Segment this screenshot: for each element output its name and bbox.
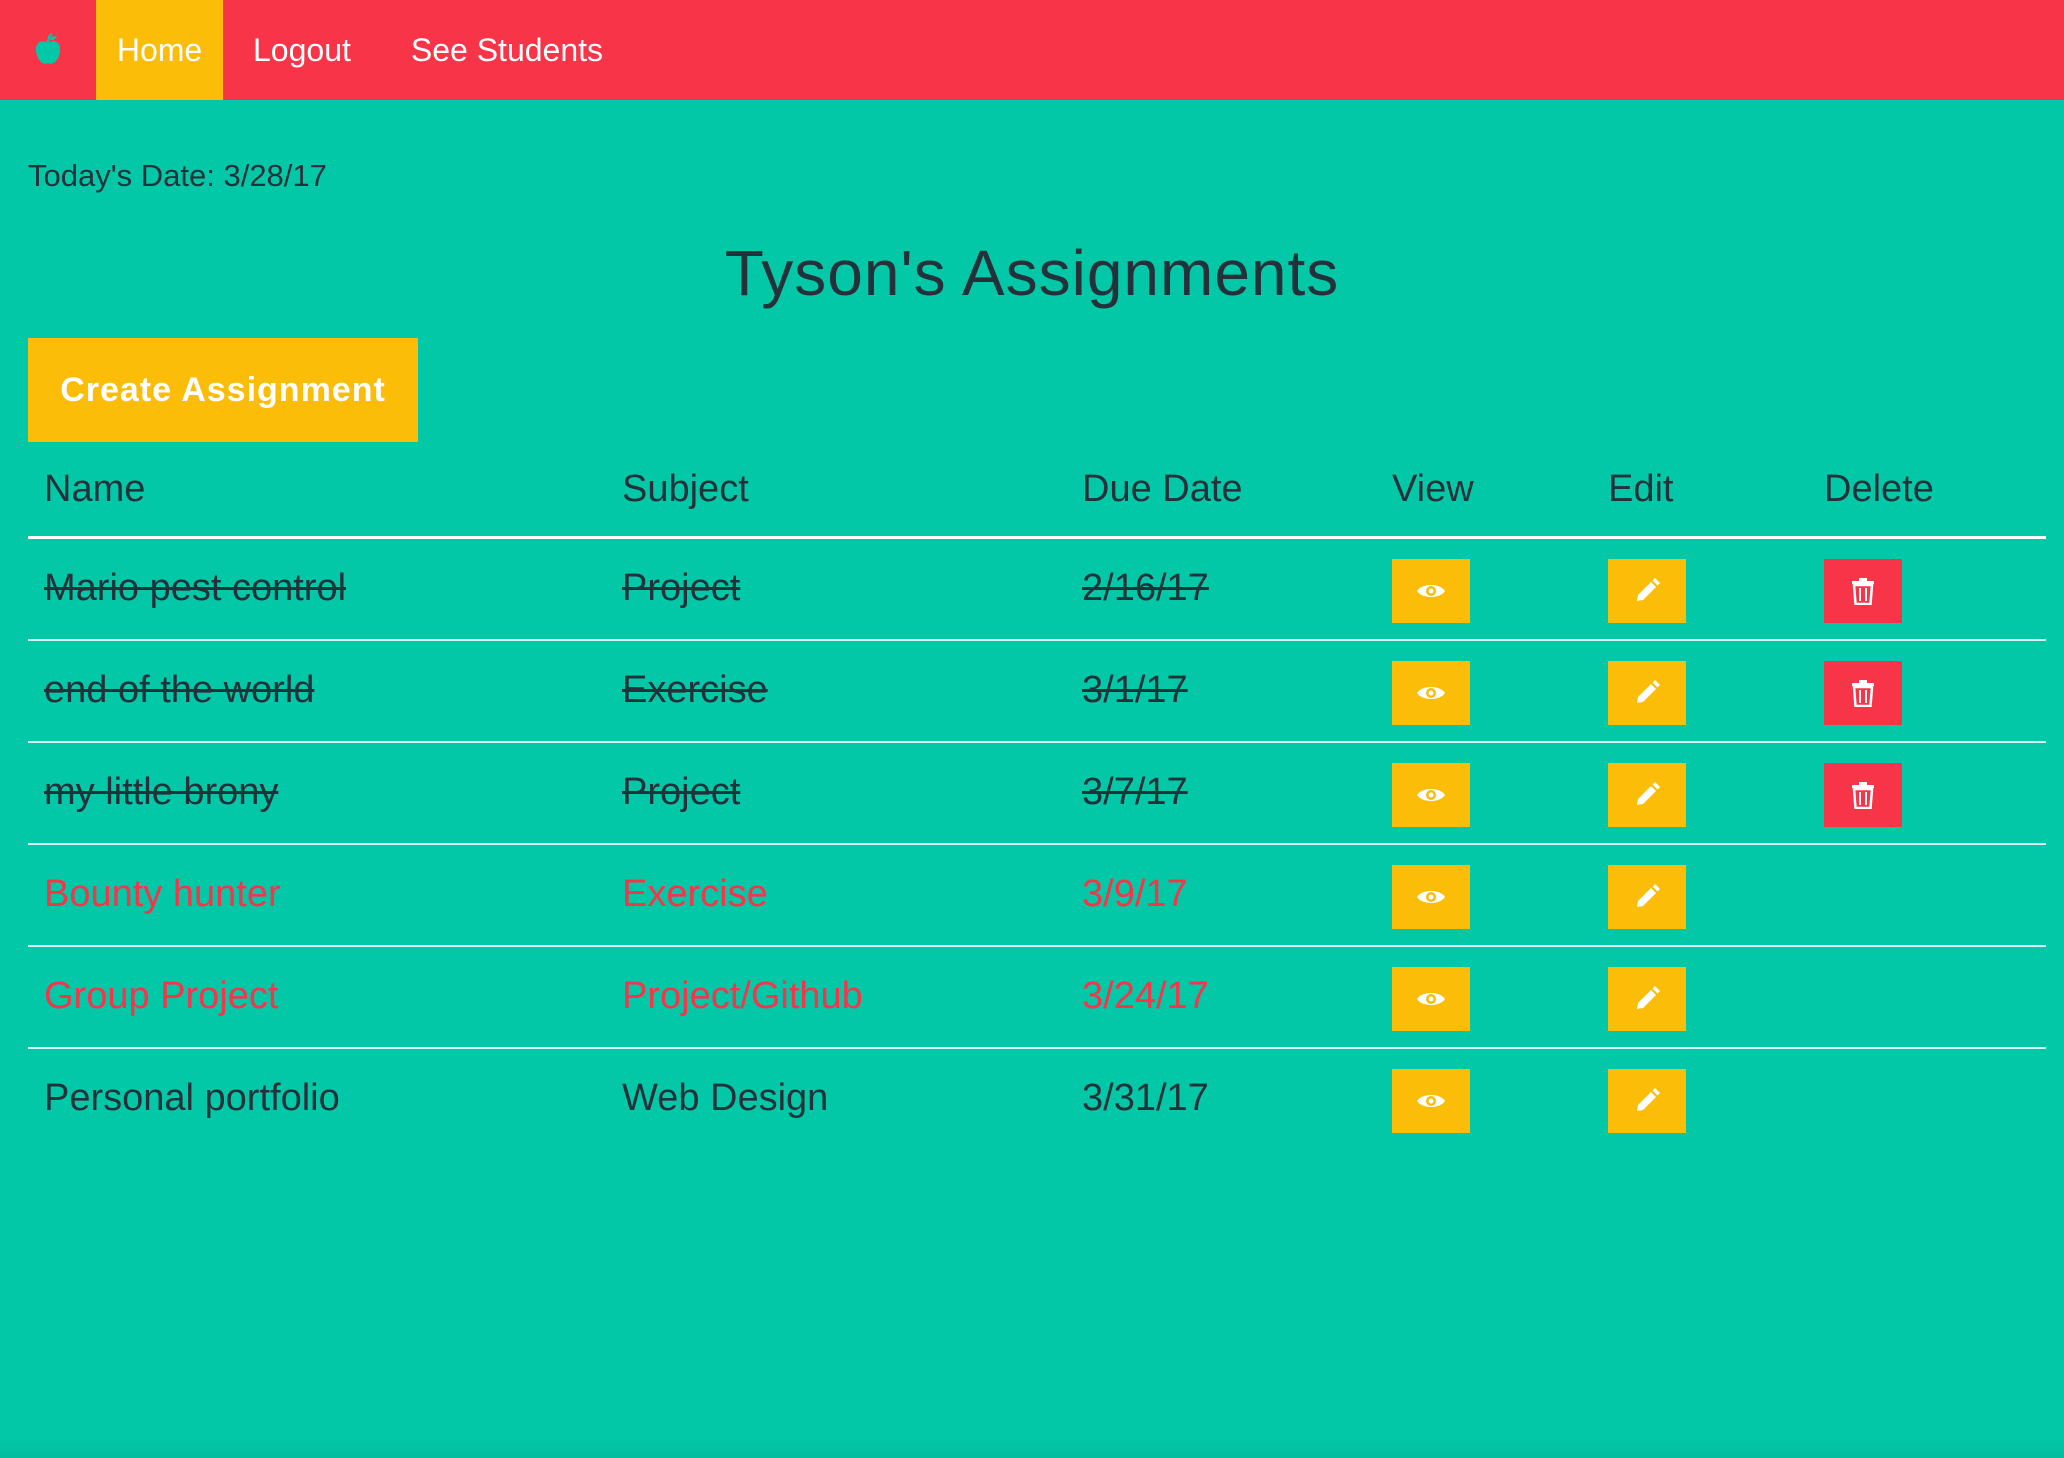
table-header: Name Subject Due Date View Edit Delete xyxy=(28,454,2046,539)
assignment-subject: Web Design xyxy=(622,1077,829,1119)
assignment-name[interactable]: end of the world xyxy=(44,669,314,712)
view-button[interactable] xyxy=(1392,1069,1470,1133)
assignments-table: Name Subject Due Date View Edit Delete M… xyxy=(28,454,2046,1149)
assignment-name[interactable]: Bounty hunter xyxy=(44,873,281,916)
eye-icon xyxy=(1417,1095,1445,1107)
header-view: View xyxy=(1392,468,1474,510)
todays-date: Today's Date: 3/28/17 xyxy=(28,158,327,193)
assignment-due-date: 3/24/17 xyxy=(1082,975,1209,1017)
edit-button[interactable] xyxy=(1608,559,1686,623)
nav-see-students[interactable]: See Students xyxy=(381,0,633,100)
pencil-icon xyxy=(1637,680,1660,703)
eye-icon xyxy=(1417,687,1445,699)
nav-logout[interactable]: Logout xyxy=(223,0,381,100)
trash-icon xyxy=(1852,680,1874,707)
assignment-name[interactable]: my little brony xyxy=(44,771,278,814)
assignment-due-date: 3/7/17 xyxy=(1082,771,1188,813)
pencil-icon xyxy=(1637,1088,1660,1111)
view-button[interactable] xyxy=(1392,661,1470,725)
page-title: Tyson's Assignments xyxy=(724,237,1340,309)
eye-icon xyxy=(1417,891,1445,903)
view-button[interactable] xyxy=(1392,865,1470,929)
delete-button[interactable] xyxy=(1824,559,1902,623)
pencil-icon xyxy=(1637,782,1660,805)
assignment-due-date: 3/9/17 xyxy=(1082,873,1188,915)
assignment-subject: Project xyxy=(622,567,741,609)
edit-button[interactable] xyxy=(1608,661,1686,725)
assignment-subject: Exercise xyxy=(622,669,768,711)
assignment-name[interactable]: Group Project xyxy=(44,975,278,1018)
trash-icon xyxy=(1852,782,1874,809)
table-row: my little brony Project 3/7/17 xyxy=(28,743,2046,845)
view-button[interactable] xyxy=(1392,763,1470,827)
edit-button[interactable] xyxy=(1608,763,1686,827)
assignment-due-date: 3/31/17 xyxy=(1082,1077,1209,1119)
table-row: Mario pest control Project 2/16/17 xyxy=(28,539,2046,641)
edit-button[interactable] xyxy=(1608,865,1686,929)
delete-button[interactable] xyxy=(1824,661,1902,725)
pencil-icon xyxy=(1637,884,1660,907)
table-row: end of the world Exercise 3/1/17 xyxy=(28,641,2046,743)
assignment-subject: Exercise xyxy=(622,873,768,915)
top-navbar: Home Logout See Students xyxy=(0,0,2064,100)
view-button[interactable] xyxy=(1392,559,1470,623)
edit-button[interactable] xyxy=(1608,1069,1686,1133)
header-due-date: Due Date xyxy=(1082,468,1243,510)
trash-icon xyxy=(1852,578,1874,605)
eye-icon xyxy=(1417,585,1445,597)
assignment-due-date: 2/16/17 xyxy=(1082,567,1209,609)
view-button[interactable] xyxy=(1392,967,1470,1031)
table-row: Personal portfolio Web Design 3/31/17 xyxy=(28,1049,2046,1149)
pencil-icon xyxy=(1637,578,1660,601)
apple-icon xyxy=(35,33,61,64)
delete-button[interactable] xyxy=(1824,763,1902,827)
create-assignment-button[interactable]: Create Assignment xyxy=(28,338,418,442)
table-row: Bounty hunter Exercise 3/9/17 xyxy=(28,845,2046,947)
header-edit: Edit xyxy=(1608,468,1674,510)
eye-icon xyxy=(1417,993,1445,1005)
edit-button[interactable] xyxy=(1608,967,1686,1031)
assignment-subject: Project/Github xyxy=(622,975,863,1017)
table-row: Group Project Project/Github 3/24/17 xyxy=(28,947,2046,1049)
page-bottom-shade xyxy=(0,1436,2064,1458)
brand-logo[interactable] xyxy=(0,0,96,100)
assignment-due-date: 3/1/17 xyxy=(1082,669,1188,711)
assignment-name[interactable]: Mario pest control xyxy=(44,567,346,610)
pencil-icon xyxy=(1637,986,1660,1009)
assignment-subject: Project xyxy=(622,771,741,813)
header-delete: Delete xyxy=(1824,468,1934,510)
header-name: Name xyxy=(44,468,146,510)
assignment-name[interactable]: Personal portfolio xyxy=(44,1077,340,1120)
header-subject: Subject xyxy=(622,468,749,510)
eye-icon xyxy=(1417,789,1445,801)
nav-home[interactable]: Home xyxy=(96,0,223,100)
